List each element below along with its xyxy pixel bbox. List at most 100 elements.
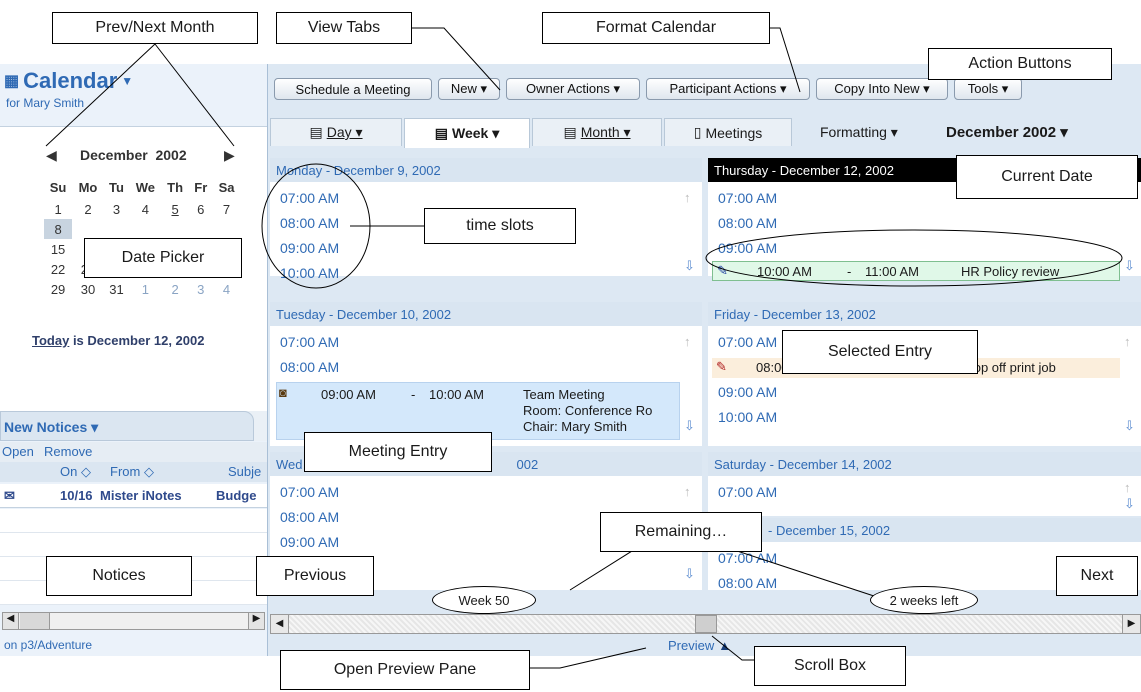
scroll-up-icon[interactable]: ↑ xyxy=(684,334,691,349)
time-slot[interactable]: 08:00 AM xyxy=(280,509,339,525)
time-slot[interactable]: 10:00 AM xyxy=(280,265,339,281)
day-cell[interactable]: 29 xyxy=(44,279,72,299)
copy-into-new-button[interactable]: Copy Into New ▾ xyxy=(816,78,948,100)
time-slot[interactable]: 07:00 AM xyxy=(718,550,777,566)
notices-columns: On ◇ From ◇ Subje xyxy=(0,462,267,482)
tab-month[interactable]: ▤ Month ▾ xyxy=(532,118,662,146)
new-button[interactable]: New ▾ xyxy=(438,78,500,100)
scroll-down-icon[interactable]: ⇩ xyxy=(1124,258,1135,274)
formatting-menu[interactable]: Formatting ▾ xyxy=(820,124,898,141)
callout-next: Next xyxy=(1056,556,1138,596)
prev-month-button[interactable]: ◀ xyxy=(46,147,57,164)
mini-calendar-grid: Su Mo Tu We Th Fr Sa 1 2 3 4 5 6 7 8 15 … xyxy=(44,175,240,299)
today-line: Today is December 12, 2002 xyxy=(32,333,205,348)
day-cell[interactable]: 30 xyxy=(72,279,104,299)
scroll-down-icon[interactable]: ⇩ xyxy=(684,418,695,434)
day-cell[interactable]: 22 xyxy=(44,259,72,279)
remove-notice-button[interactable]: Remove xyxy=(44,444,92,459)
notices-scrollbar[interactable]: ◀ ▶ xyxy=(2,612,265,630)
notice-row[interactable]: ✉ 10/16 Mister iNotes Budge xyxy=(0,484,267,508)
time-slot[interactable]: 09:00 AM xyxy=(280,534,339,550)
callout-weeks-left: 2 weeks left xyxy=(870,586,978,614)
scroll-thumb[interactable] xyxy=(20,613,50,629)
time-slot[interactable]: 08:00 AM xyxy=(718,215,777,231)
time-slot[interactable]: 10:00 AM xyxy=(718,409,777,425)
scroll-right-icon[interactable]: ▶ xyxy=(248,613,264,629)
open-notice-button[interactable]: Open xyxy=(2,444,34,459)
previous-week-button[interactable]: ◀ xyxy=(271,615,289,633)
triangle-up-icon: ▲ xyxy=(718,638,732,653)
time-slot[interactable]: 08:00 AM xyxy=(718,575,777,589)
calendar-week-icon: ▤ xyxy=(434,125,448,141)
scroll-left-icon[interactable]: ◀ xyxy=(3,613,19,629)
day-cell[interactable]: 3 xyxy=(104,199,129,219)
tab-meetings[interactable]: ▯ Meetings xyxy=(664,118,792,146)
callout-selected-entry: Selected Entry xyxy=(782,330,978,374)
scroll-up-icon[interactable]: ↑ xyxy=(684,190,691,205)
tools-button[interactable]: Tools ▾ xyxy=(954,78,1022,100)
selected-entry[interactable]: ✎ 10:00 AM - 11:00 AM HR Policy review xyxy=(712,261,1120,281)
time-slot[interactable]: 09:00 AM xyxy=(718,240,777,256)
next-week-button[interactable]: ▶ xyxy=(1122,615,1140,633)
day-cell[interactable]: 6 xyxy=(189,199,213,219)
day-header-friday[interactable]: Friday - December 13, 2002 xyxy=(708,302,1141,326)
scroll-box[interactable] xyxy=(695,615,717,633)
scroll-down-icon[interactable]: ⇩ xyxy=(684,258,695,274)
time-slot[interactable]: 08:00 AM xyxy=(280,215,339,231)
calendar-title[interactable]: ▦ Calendar ▼ xyxy=(4,68,133,94)
time-slot[interactable]: 08:00 AM xyxy=(280,359,339,375)
time-slot[interactable]: 07:00 AM xyxy=(718,190,777,206)
time-slot[interactable]: 07:00 AM xyxy=(280,334,339,350)
open-preview-pane[interactable]: Preview ▲ xyxy=(668,638,731,653)
owner-actions-button[interactable]: Owner Actions ▾ xyxy=(506,78,640,100)
day-header-saturday[interactable]: Saturday - December 14, 2002 xyxy=(708,452,1141,476)
day-header-monday[interactable]: Monday - December 9, 2002 xyxy=(270,158,702,182)
day-cell[interactable]: 1 xyxy=(129,279,162,299)
time-slot[interactable]: 07:00 AM xyxy=(280,484,339,500)
scroll-up-icon[interactable]: ↑ xyxy=(1124,334,1131,349)
week-scrollbar[interactable]: ◀ ▶ xyxy=(270,614,1141,634)
mini-calendar-month: December 2002 xyxy=(80,147,187,163)
notices-title[interactable]: New Notices ▾ xyxy=(4,419,98,436)
day-cell[interactable]: 1 xyxy=(44,199,72,219)
callout-remaining: Remaining… xyxy=(600,512,762,552)
day-cell[interactable]: 2 xyxy=(72,199,104,219)
calendar-owner: for Mary Smith xyxy=(6,96,85,110)
scroll-up-icon[interactable]: ↑ xyxy=(684,484,691,499)
notices-toolbar: Open Remove xyxy=(0,442,267,462)
day-cell[interactable]: 31 xyxy=(104,279,129,299)
current-month-menu[interactable]: December 2002 ▾ xyxy=(946,123,1068,141)
tab-day[interactable]: ▤ Day ▾ xyxy=(270,118,402,146)
scroll-down-icon[interactable]: ⇩ xyxy=(1124,496,1135,512)
day-cell[interactable]: 7 xyxy=(213,199,240,219)
callout-action-buttons: Action Buttons xyxy=(928,48,1112,80)
time-slot[interactable]: 07:00 AM xyxy=(280,190,339,206)
next-month-button[interactable]: ▶ xyxy=(224,147,235,164)
day-cell[interactable]: 15 xyxy=(44,239,72,259)
time-slot[interactable]: 09:00 AM xyxy=(280,240,339,256)
time-slot[interactable]: 07:00 AM xyxy=(718,484,777,500)
time-slot[interactable]: 07:00 AM xyxy=(718,334,777,350)
column-subject[interactable]: Subje xyxy=(228,464,261,479)
participant-actions-button[interactable]: Participant Actions ▾ xyxy=(646,78,810,100)
day-cell[interactable]: 8 xyxy=(44,219,73,239)
column-from[interactable]: From ◇ xyxy=(110,464,154,480)
day-cell[interactable]: 3 xyxy=(189,279,213,299)
day-header-tuesday[interactable]: Tuesday - December 10, 2002 xyxy=(270,302,702,326)
schedule-meeting-button[interactable]: Schedule a Meeting xyxy=(274,78,432,100)
day-cell[interactable]: 5 xyxy=(162,199,189,219)
scroll-up-icon[interactable]: ↑ xyxy=(1124,480,1131,495)
callout-prev-next-month: Prev/Next Month xyxy=(52,12,258,44)
callout-week-50: Week 50 xyxy=(432,586,536,614)
day-cell[interactable]: 2 xyxy=(162,279,189,299)
day-cell[interactable]: 4 xyxy=(213,279,240,299)
day-cell[interactable]: 4 xyxy=(129,199,162,219)
day-header-sunday[interactable]: - December 15, 2002 xyxy=(708,518,1141,542)
tab-week[interactable]: ▤ Week ▾ xyxy=(404,118,530,148)
time-slot[interactable]: 09:00 AM xyxy=(718,384,777,400)
column-on[interactable]: On ◇ xyxy=(60,464,91,480)
meeting-icon: ◙ xyxy=(279,385,287,400)
today-link[interactable]: Today xyxy=(32,333,69,348)
scroll-down-icon[interactable]: ⇩ xyxy=(1124,418,1135,434)
scroll-down-icon[interactable]: ⇩ xyxy=(684,566,695,582)
